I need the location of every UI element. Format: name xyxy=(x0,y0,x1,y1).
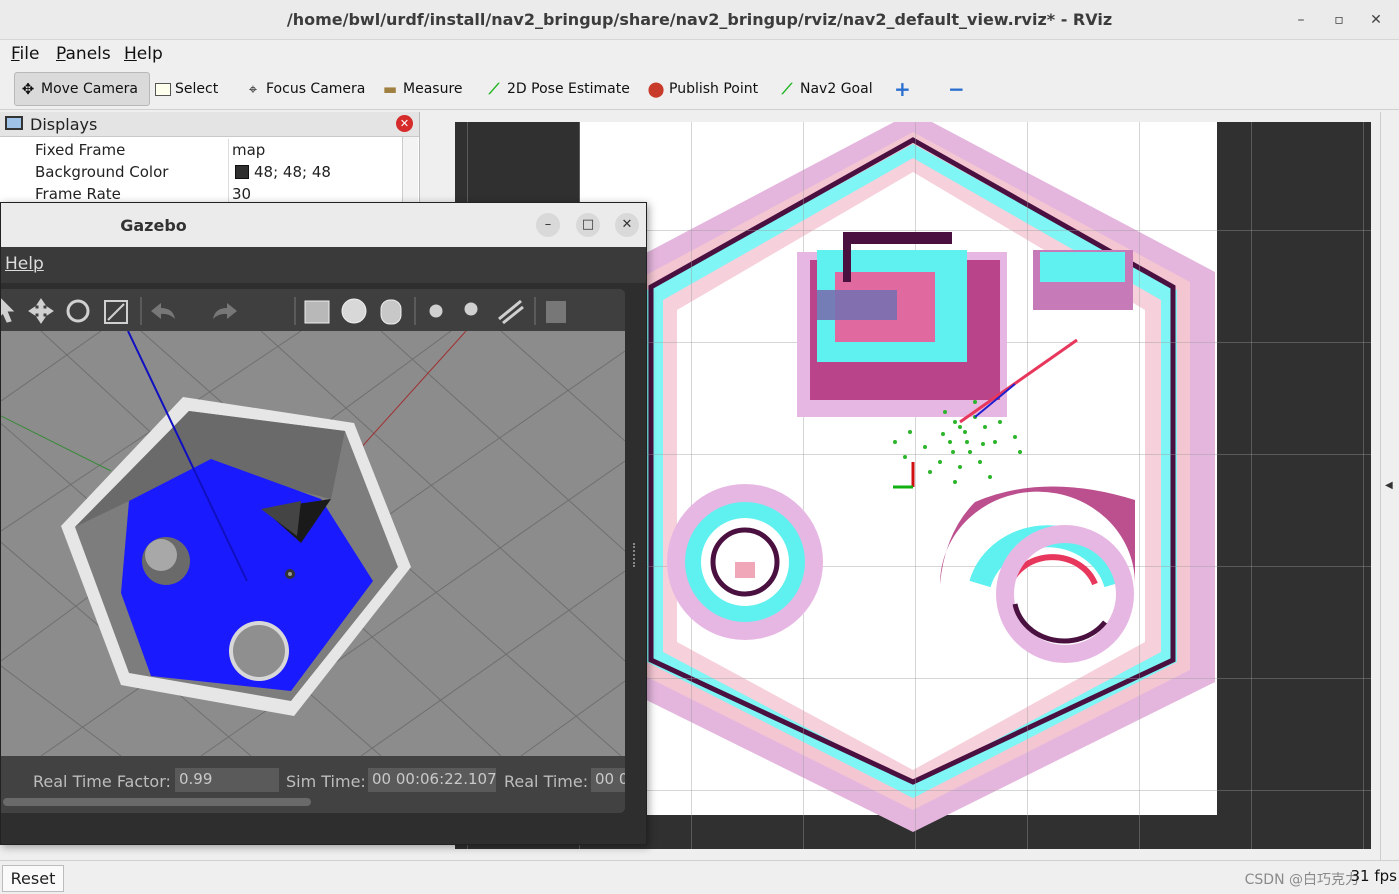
gazebo-title-bar: Gazebo – □ ✕ xyxy=(1,203,646,247)
undo-icon xyxy=(151,303,175,319)
tool-bar: ✥ Move Camera Select ⌖ Focus Camera ▬ Me… xyxy=(0,68,1399,110)
menu-panels[interactable]: Panels xyxy=(56,44,111,64)
copy-icon xyxy=(546,301,566,323)
select-icon xyxy=(155,82,171,96)
crosshair-icon: ⌖ xyxy=(248,80,258,98)
gazebo-toolbar xyxy=(1,289,625,331)
rotate-icon xyxy=(66,299,90,323)
close-icon[interactable]: ✕ xyxy=(396,115,413,132)
pose-estimate-label: 2D Pose Estimate xyxy=(507,81,630,97)
select-label: Select xyxy=(175,81,219,97)
pose-estimate-button[interactable]: ⟋ 2D Pose Estimate xyxy=(481,72,634,106)
monitor-icon xyxy=(5,116,23,130)
drag-handle-icon xyxy=(633,543,636,567)
property-value: map xyxy=(232,141,266,159)
displays-scrollbar[interactable] xyxy=(402,137,418,212)
add-tool-button[interactable]: + xyxy=(890,72,915,106)
watermark: CSDN @白巧克力 xyxy=(1244,872,1359,888)
minus-icon: − xyxy=(948,77,965,101)
move-camera-label: Move Camera xyxy=(41,81,138,97)
window-title: /home/bwl/urdf/install/nav2_bringup/shar… xyxy=(286,10,1113,29)
title-bar: /home/bwl/urdf/install/nav2_bringup/shar… xyxy=(0,0,1399,40)
close-icon[interactable]: ✕ xyxy=(615,213,639,237)
remove-tool-button[interactable]: − xyxy=(944,72,969,106)
box-icon xyxy=(304,300,330,324)
property-value: 48; 48; 48 xyxy=(254,163,331,181)
color-swatch xyxy=(235,165,249,179)
property-key: Frame Rate xyxy=(35,185,121,203)
menu-file[interactable]: File xyxy=(11,44,39,64)
gazebo-menu-help[interactable]: Help xyxy=(5,254,44,274)
menu-help[interactable]: Help xyxy=(124,44,163,64)
ruler-icon: ▬ xyxy=(382,80,398,98)
real-time-field: 00 00:06:25.000 xyxy=(591,768,625,792)
light-icon xyxy=(429,304,443,318)
minimize-icon[interactable]: – xyxy=(1289,8,1313,32)
displays-panel: Displays ✕ Fixed Frame map Background Co… xyxy=(0,112,420,212)
nav2-goal-button[interactable]: ⟋ Nav2 Goal xyxy=(774,72,877,106)
right-collapse-bar[interactable]: ◀ xyxy=(1380,112,1399,862)
plus-icon: + xyxy=(894,77,911,101)
sphere-icon xyxy=(341,298,367,324)
gazebo-panel: Real Time Factor: 0.99 Sim Time: 00 00:0… xyxy=(1,289,625,813)
sim-time-label: Sim Time: xyxy=(286,772,366,791)
map-pin-icon: ⬤ xyxy=(647,80,665,98)
nav2-goal-label: Nav2 Goal xyxy=(800,81,873,97)
real-time-factor-label: Real Time Factor: xyxy=(33,772,171,791)
green-arrow-icon: ⟋ xyxy=(488,80,500,98)
publish-point-label: Publish Point xyxy=(669,81,759,97)
focus-camera-button[interactable]: ⌖ Focus Camera xyxy=(240,72,369,106)
real-time-label: Real Time: xyxy=(504,772,589,791)
gazebo-toolbar-icons xyxy=(1,297,566,325)
measure-label: Measure xyxy=(403,81,463,97)
pointer-icon xyxy=(1,298,15,323)
displays-title: Displays xyxy=(30,115,98,134)
sim-time-field: 00 00:06:22.107 xyxy=(368,768,496,792)
maximize-icon[interactable]: ▫ xyxy=(1327,8,1351,32)
move-camera-icon: ✥ xyxy=(21,80,35,98)
property-row[interactable]: Background Color 48; 48; 48 xyxy=(0,161,402,183)
publish-point-button[interactable]: ⬤ Publish Point xyxy=(643,72,762,106)
spotlight-icon xyxy=(464,302,478,316)
gazebo-title: Gazebo xyxy=(120,216,187,235)
green-arrow-icon: ⟋ xyxy=(781,80,793,98)
redo-icon xyxy=(213,303,237,319)
gazebo-menu-bar: Help xyxy=(1,247,646,283)
focus-camera-label: Focus Camera xyxy=(266,81,366,97)
collapse-arrow-icon: ◀ xyxy=(1385,480,1393,491)
status-bar: Reset CSDN @白巧克力 31 fps xyxy=(0,860,1399,894)
reset-button[interactable]: Reset xyxy=(2,865,64,892)
move-camera-button[interactable]: ✥ Move Camera xyxy=(14,72,150,106)
property-row[interactable]: Fixed Frame map xyxy=(0,139,402,161)
real-time-factor-field: 0.99 xyxy=(175,768,279,792)
minimize-icon[interactable]: – xyxy=(536,213,560,237)
gazebo-status-bar: Real Time Factor: 0.99 Sim Time: 00 00:0… xyxy=(1,756,625,813)
maximize-icon[interactable]: □ xyxy=(576,213,600,237)
measure-button[interactable]: ▬ Measure xyxy=(377,72,467,106)
gazebo-side-panel-handle[interactable] xyxy=(625,283,646,844)
translate-icon xyxy=(28,298,54,324)
property-key: Fixed Frame xyxy=(35,141,126,159)
close-icon[interactable]: ✕ xyxy=(1364,8,1388,32)
gazebo-scene[interactable] xyxy=(1,331,625,756)
property-key: Background Color xyxy=(35,163,169,181)
select-button[interactable]: Select xyxy=(151,72,222,106)
fps-readout: 31 fps xyxy=(1350,867,1397,885)
directional-light-icon xyxy=(498,299,524,325)
menu-bar: File Panels Help xyxy=(0,41,1399,67)
displays-header: Displays ✕ xyxy=(0,112,419,137)
gazebo-window: Gazebo – □ ✕ Help Real Time Factor: 0.99… xyxy=(0,202,647,845)
cylinder-icon xyxy=(380,299,402,325)
horizontal-scrollbar[interactable] xyxy=(3,798,311,806)
gazebo-3d-view xyxy=(1,331,625,756)
rviz-window: /home/bwl/urdf/install/nav2_bringup/shar… xyxy=(0,0,1399,894)
property-value: 30 xyxy=(232,185,252,203)
